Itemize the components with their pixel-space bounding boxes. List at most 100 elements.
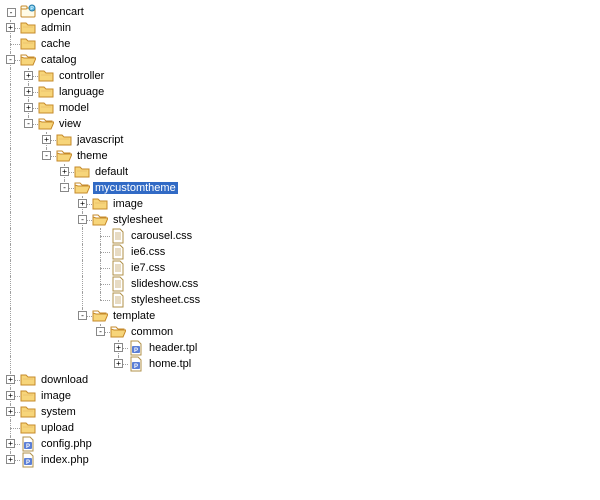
- tree-node-theme[interactable]: - theme: [2, 148, 598, 164]
- folder-open-icon: [92, 212, 108, 228]
- tree-node-index[interactable]: + Pindex.php: [2, 452, 598, 468]
- tree-node-label[interactable]: system: [39, 406, 78, 418]
- folder-closed-icon: [56, 132, 72, 148]
- tree-node-label[interactable]: controller: [57, 70, 106, 82]
- folder-open-icon: [56, 148, 72, 164]
- expand-icon[interactable]: +: [6, 455, 15, 464]
- file-php-icon: P: [128, 340, 144, 356]
- tree-node-label[interactable]: carousel.css: [129, 230, 194, 242]
- expand-icon[interactable]: +: [114, 359, 123, 368]
- tree-node-language[interactable]: + language: [2, 84, 598, 100]
- collapse-icon[interactable]: -: [42, 151, 51, 160]
- tree-node-label[interactable]: ie7.css: [129, 262, 167, 274]
- tree-node-download[interactable]: + download: [2, 372, 598, 388]
- svg-text:P: P: [26, 460, 30, 466]
- tree-node-label[interactable]: index.php: [39, 454, 91, 466]
- tree-node-image2[interactable]: + image: [2, 388, 598, 404]
- tree-node-label[interactable]: config.php: [39, 438, 94, 450]
- collapse-icon[interactable]: -: [7, 8, 16, 17]
- tree-node-default[interactable]: + default: [2, 164, 598, 180]
- tree-node-carousel[interactable]: carousel.css: [2, 228, 598, 244]
- tree-node-upload[interactable]: upload: [2, 420, 598, 436]
- file-php-icon: P: [20, 452, 36, 468]
- tree-node-label[interactable]: common: [129, 326, 175, 338]
- tree-node-config[interactable]: +Pconfig.php: [2, 436, 598, 452]
- folder-open-icon: [38, 116, 54, 132]
- collapse-icon[interactable]: -: [78, 311, 87, 320]
- expand-icon[interactable]: +: [78, 199, 87, 208]
- tree-node-image[interactable]: + image: [2, 196, 598, 212]
- tree-node-cache[interactable]: cache: [2, 36, 598, 52]
- tree-node-label[interactable]: header.tpl: [147, 342, 199, 354]
- tree-node-root[interactable]: -Popencart: [2, 4, 598, 20]
- tree-node-label[interactable]: catalog: [39, 54, 78, 66]
- tree-node-label[interactable]: image: [111, 198, 145, 210]
- folder-closed-icon: [20, 20, 36, 36]
- tree-node-controller[interactable]: + controller: [2, 68, 598, 84]
- expand-icon[interactable]: +: [42, 135, 51, 144]
- expand-icon[interactable]: +: [6, 407, 15, 416]
- tree-node-label[interactable]: theme: [75, 150, 110, 162]
- folder-closed-icon: [38, 100, 54, 116]
- tree-node-slideshow[interactable]: slideshow.css: [2, 276, 598, 292]
- collapse-icon[interactable]: -: [60, 183, 69, 192]
- tree-node-ie6[interactable]: ie6.css: [2, 244, 598, 260]
- expand-icon[interactable]: +: [6, 23, 15, 32]
- expand-icon[interactable]: +: [24, 103, 33, 112]
- tree-node-label[interactable]: language: [57, 86, 106, 98]
- file-php-icon: P: [128, 356, 144, 372]
- tree-node-label[interactable]: home.tpl: [147, 358, 193, 370]
- folder-open-icon: [20, 52, 36, 68]
- tree-node-common[interactable]: - common: [2, 324, 598, 340]
- folder-open-icon: [92, 308, 108, 324]
- tree-node-mycustomtheme[interactable]: - mycustomtheme: [2, 180, 598, 196]
- tree-node-admin[interactable]: + admin: [2, 20, 598, 36]
- collapse-icon[interactable]: -: [24, 119, 33, 128]
- expand-icon[interactable]: +: [24, 71, 33, 80]
- tree-node-label[interactable]: upload: [39, 422, 76, 434]
- tree-node-label[interactable]: template: [111, 310, 157, 322]
- file-icon: [110, 276, 126, 292]
- collapse-icon[interactable]: -: [6, 55, 15, 64]
- svg-text:P: P: [134, 364, 138, 370]
- tree-node-label[interactable]: javascript: [75, 134, 125, 146]
- tree-node-stylesheetcss[interactable]: stylesheet.css: [2, 292, 598, 308]
- tree-node-model[interactable]: + model: [2, 100, 598, 116]
- tree-node-stylesheet[interactable]: - stylesheet: [2, 212, 598, 228]
- tree-node-label[interactable]: default: [93, 166, 130, 178]
- tree-node-label[interactable]: stylesheet: [111, 214, 165, 226]
- folder-closed-icon: [20, 388, 36, 404]
- tree-node-header[interactable]: + Pheader.tpl: [2, 340, 598, 356]
- tree-node-label[interactable]: mycustomtheme: [93, 182, 178, 194]
- expand-icon[interactable]: +: [6, 439, 15, 448]
- folder-closed-icon: [20, 372, 36, 388]
- tree-node-system[interactable]: + system: [2, 404, 598, 420]
- tree-node-template[interactable]: - template: [2, 308, 598, 324]
- tree-node-label[interactable]: ie6.css: [129, 246, 167, 258]
- file-icon: [110, 228, 126, 244]
- tree-node-label[interactable]: opencart: [39, 6, 86, 18]
- tree-node-label[interactable]: view: [57, 118, 83, 130]
- expand-icon[interactable]: +: [114, 343, 123, 352]
- collapse-icon[interactable]: -: [96, 327, 105, 336]
- tree-node-label[interactable]: model: [57, 102, 91, 114]
- expand-icon[interactable]: +: [6, 391, 15, 400]
- expand-icon[interactable]: +: [24, 87, 33, 96]
- collapse-icon[interactable]: -: [78, 215, 87, 224]
- folder-closed-icon: [92, 196, 108, 212]
- tree-node-label[interactable]: cache: [39, 38, 72, 50]
- expand-icon[interactable]: +: [60, 167, 69, 176]
- tree-node-home[interactable]: + Phome.tpl: [2, 356, 598, 372]
- tree-node-view[interactable]: - view: [2, 116, 598, 132]
- tree-node-label[interactable]: stylesheet.css: [129, 294, 202, 306]
- tree-node-label[interactable]: admin: [39, 22, 73, 34]
- folder-closed-icon: [20, 404, 36, 420]
- tree-node-catalog[interactable]: - catalog: [2, 52, 598, 68]
- folder-closed-icon: [20, 36, 36, 52]
- tree-node-label[interactable]: image: [39, 390, 73, 402]
- expand-icon[interactable]: +: [6, 375, 15, 384]
- tree-node-javascript[interactable]: + javascript: [2, 132, 598, 148]
- tree-node-label[interactable]: download: [39, 374, 90, 386]
- tree-node-ie7[interactable]: ie7.css: [2, 260, 598, 276]
- tree-node-label[interactable]: slideshow.css: [129, 278, 200, 290]
